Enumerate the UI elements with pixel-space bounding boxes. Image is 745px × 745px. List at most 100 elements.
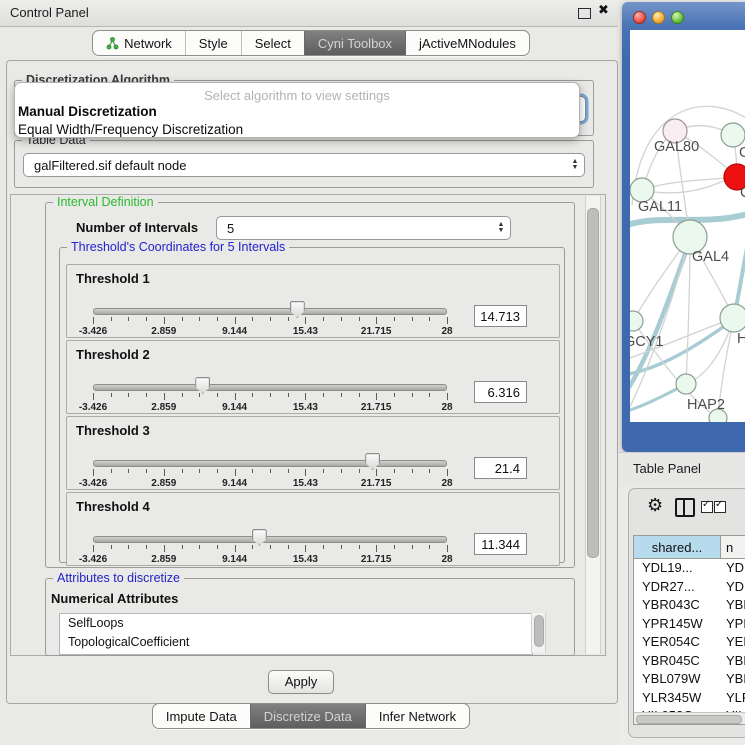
network-node-label: G (739, 145, 745, 161)
attribute-list-item[interactable]: TopologicalCoefficient (60, 633, 532, 652)
slider-tick (429, 469, 430, 473)
slider-tick (341, 469, 342, 473)
combo-spinner-icon: ▲▼ (566, 159, 584, 171)
slider-tick (341, 393, 342, 397)
split-pane-icon[interactable] (675, 498, 695, 517)
network-node[interactable] (676, 374, 696, 394)
table-cell-shared: YBR043C (634, 596, 720, 615)
table-data-combobox[interactable]: galFiltered.sif default node ▲▼ (23, 153, 585, 177)
attributes-group-title: Attributes to discretize (53, 571, 184, 586)
checkbox-icon[interactable] (714, 501, 726, 513)
tab-style[interactable]: Style (185, 31, 241, 55)
checkbox-icon[interactable] (701, 501, 713, 513)
table-cell-shared: YBL079W (634, 670, 720, 689)
attributes-scrollbar-thumb[interactable] (534, 615, 544, 647)
table-panel-container: ⚙ shared... n YDL19...YDL1YDR27...YDR2YB… (628, 488, 745, 738)
slider-track[interactable] (93, 384, 447, 391)
close-icon[interactable]: ✖ (598, 3, 609, 18)
table-cell-name: YBR0 (720, 596, 745, 615)
tab-infer-network[interactable]: Infer Network (365, 704, 469, 728)
attribute-list-item[interactable]: BetweennessCentrality (60, 652, 532, 655)
table-row[interactable]: YBR043CYBR0 (634, 596, 745, 615)
slider-tick-label: 2.859 (151, 554, 176, 565)
threshold-value-field[interactable]: 14.713 (474, 305, 527, 327)
threshold-value-field[interactable]: 21.4 (474, 457, 527, 479)
slider-thumb[interactable] (365, 453, 380, 470)
float-window-icon[interactable] (578, 8, 591, 19)
slider-tick-label: 15.43 (293, 478, 318, 489)
mac-close-icon[interactable] (633, 11, 646, 24)
tab-impute-data[interactable]: Impute Data (153, 704, 250, 728)
network-node[interactable] (721, 123, 745, 147)
network-view-window: GAL80GCGAL11GAL4GCY1HHAP2 (622, 2, 745, 452)
tab-discretize-data[interactable]: Discretize Data (250, 704, 365, 728)
attribute-list-item[interactable]: SelfLoops (60, 614, 532, 633)
gear-icon[interactable]: ⚙ (647, 497, 663, 515)
slider-track[interactable] (93, 460, 447, 467)
control-panel-tab-row: Network StyleSelectCyni Toolbox jActiveMNo… (0, 30, 622, 56)
table-header-shared[interactable]: shared... (634, 536, 721, 558)
slider-tick (270, 393, 271, 397)
tab-select[interactable]: Select (241, 31, 304, 55)
tab-label: jActiveMNodules (419, 36, 516, 51)
slider-tick (93, 469, 94, 476)
table-horizontal-scrollbar[interactable] (634, 712, 745, 724)
slider-tick-label: 2.859 (151, 402, 176, 413)
network-canvas[interactable]: GAL80GCGAL11GAL4GCY1HHAP2 (630, 30, 745, 422)
slider-track[interactable] (93, 536, 447, 543)
mac-minimize-icon[interactable] (652, 11, 665, 24)
slider-tick (93, 317, 94, 324)
mac-zoom-icon[interactable] (671, 11, 684, 24)
table-cell-shared: YPR145W (634, 615, 720, 634)
attributes-scrollbar[interactable] (531, 613, 546, 653)
table-row[interactable]: YDL19...YDL1 (634, 559, 745, 578)
dropdown-option[interactable]: Manual Discretization (15, 103, 579, 121)
num-intervals-value: 5 (217, 221, 492, 236)
threshold-panel: Threshold 2-3.4262.8599.14415.4321.71528… (66, 340, 560, 414)
slider-tick (182, 317, 183, 321)
table-row[interactable]: YBL079WYBL0 (634, 670, 745, 689)
slider-tick (235, 317, 236, 324)
table-cell-shared: YBR045C (634, 652, 720, 671)
table-cell-shared: YDL19... (634, 559, 720, 578)
slider-tick (305, 469, 306, 476)
network-node[interactable] (630, 311, 643, 331)
threshold-value-field[interactable]: 11.344 (474, 533, 527, 555)
threshold-value-field[interactable]: 6.316 (474, 381, 527, 403)
table-cell-name: YBL0 (720, 670, 745, 689)
slider-thumb[interactable] (290, 301, 305, 318)
tab-cyni-toolbox[interactable]: Cyni Toolbox (304, 31, 405, 55)
settings-scrollbar-thumb[interactable] (587, 208, 599, 558)
table-hscrollbar-thumb[interactable] (636, 715, 742, 724)
table-header-name[interactable]: n (721, 536, 745, 558)
dropdown-option[interactable]: Equal Width/Frequency Discretization (15, 121, 579, 139)
table-row[interactable]: YDR27...YDR2 (634, 578, 745, 597)
table-row[interactable]: YBR045CYBR0 (634, 652, 745, 671)
apply-button[interactable]: Apply (268, 670, 334, 694)
num-intervals-spinner[interactable]: 5 ▲▼ (216, 216, 511, 240)
slider-tick (182, 469, 183, 473)
algorithm-dropdown-options: Manual DiscretizationEqual Width/Frequen… (15, 103, 579, 139)
network-node-label: GCY1 (630, 334, 664, 350)
slider-tick-label: 28 (441, 402, 452, 413)
threshold-slider[interactable]: -3.4262.8599.14415.4321.71528 (93, 532, 447, 565)
threshold-slider[interactable]: -3.4262.8599.14415.4321.71528 (93, 456, 447, 489)
tab-network[interactable]: Network (93, 31, 185, 55)
tab-jactivemnodules[interactable]: jActiveMNodules (405, 31, 529, 55)
table-row[interactable]: YPR145WYPR1 (634, 615, 745, 634)
network-node[interactable] (720, 304, 745, 332)
node-attribute-table[interactable]: shared... n YDL19...YDL1YDR27...YDR2YBR0… (633, 535, 745, 725)
tab-label: Network (124, 36, 172, 51)
numerical-attributes-list[interactable]: SelfLoopsTopologicalCoefficientBetweenne… (59, 613, 533, 655)
table-cell-name: YLR3 (720, 689, 745, 708)
slider-tick (288, 393, 289, 397)
threshold-slider[interactable]: -3.4262.8599.14415.4321.71528 (93, 304, 447, 337)
threshold-slider[interactable]: -3.4262.8599.14415.4321.71528 (93, 380, 447, 413)
network-nodes (630, 119, 745, 422)
slider-thumb[interactable] (195, 377, 210, 394)
table-row[interactable]: YER054CYER0 (634, 633, 745, 652)
slider-tick (217, 545, 218, 549)
slider-track[interactable] (93, 308, 447, 315)
table-row[interactable]: YLR345WYLR3 (634, 689, 745, 708)
slider-thumb[interactable] (252, 529, 267, 546)
